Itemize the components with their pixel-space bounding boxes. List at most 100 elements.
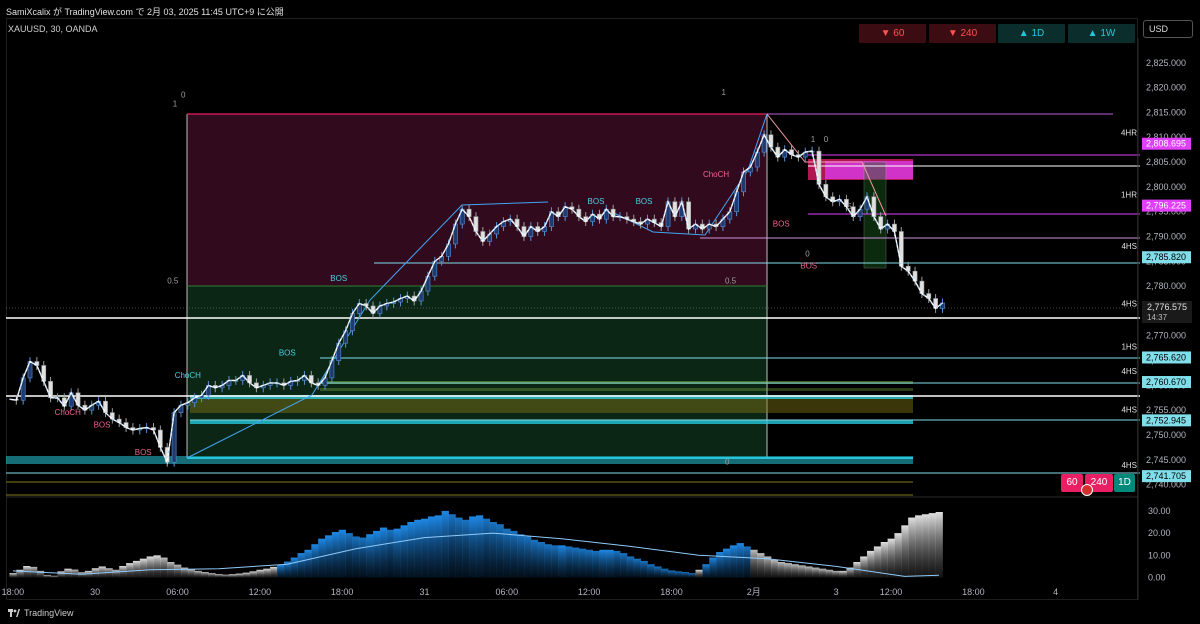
fib-level-label: 1 xyxy=(722,88,727,97)
oscillator-bar xyxy=(613,550,621,578)
structure-label: BOS xyxy=(279,349,296,358)
oscillator-bar xyxy=(174,564,182,578)
oscillator-bar xyxy=(839,570,847,578)
time-tick-label: 2月 xyxy=(747,587,761,597)
fib-level-label: 1 xyxy=(173,99,178,108)
price-tick-label: 2,815.000 xyxy=(1146,107,1186,117)
oscillator-bar xyxy=(654,566,662,578)
oscillator-bar xyxy=(709,557,717,578)
oscillator-tick-label: 10.00 xyxy=(1148,550,1171,560)
oscillator-bar xyxy=(297,553,305,578)
oscillator-bar xyxy=(606,549,614,578)
structure-label: BOS xyxy=(636,197,653,206)
oscillator-bar xyxy=(132,560,141,578)
oscillator-bar xyxy=(414,519,422,578)
oscillator-bar xyxy=(585,549,593,578)
oscillator-bar xyxy=(722,548,731,578)
oscillator-bar xyxy=(249,571,257,578)
oscillator-bar xyxy=(523,536,532,578)
price-tag-label: 2,741.705 xyxy=(1146,471,1186,481)
structure-label: BOS xyxy=(135,448,152,457)
oscillator-bar xyxy=(242,572,250,578)
legend-button-2[interactable]: 1D xyxy=(1114,474,1135,492)
oscillator-bar xyxy=(160,557,168,578)
oscillator-bar xyxy=(530,539,539,578)
oscillator-bar xyxy=(208,573,216,578)
oscillator-bar xyxy=(736,543,744,578)
price-tick-label: 2,800.000 xyxy=(1146,182,1186,192)
oscillator-bar xyxy=(674,571,683,578)
price-tag-timeframe: 1HS xyxy=(1121,342,1137,351)
oscillator-bar xyxy=(331,532,340,578)
price-tag-timeframe: 1HR xyxy=(1121,191,1137,200)
oscillator-tick-label: 30.00 xyxy=(1148,506,1171,516)
price-chart[interactable]: BOSBOSChoCHChoCHBOSBOSBOS BOSChoCHBOSBOS … xyxy=(0,0,1200,624)
oscillator-bar xyxy=(263,568,271,578)
fib-level-label: 0 xyxy=(181,91,186,100)
oscillator-bar xyxy=(462,519,470,578)
price-tag-timeframe: 4HS xyxy=(1121,299,1137,308)
oscillator-bar xyxy=(729,545,738,578)
oscillator-bar xyxy=(757,553,765,578)
time-tick-label: 18:00 xyxy=(331,587,354,597)
oscillator-bar xyxy=(510,530,518,578)
oscillator-axis: 30.00 20.00 10.00 0.00 xyxy=(1148,506,1171,583)
oscillator-bar xyxy=(345,533,353,578)
price-tag-timeframe: 4HS xyxy=(1121,242,1137,251)
price-tick-label: 2,750.000 xyxy=(1146,430,1186,440)
footer: TradingView xyxy=(8,608,74,618)
oscillator-bar xyxy=(668,570,676,578)
price-tag-label: 2,808.695 xyxy=(1146,139,1186,149)
price-tick-label: 2,820.000 xyxy=(1146,83,1186,93)
oscillator-bar xyxy=(928,513,937,578)
structure-label: BOS xyxy=(588,197,605,206)
oscillator-bar xyxy=(867,550,875,578)
oscillator-bar xyxy=(338,529,346,578)
oscillator-bar xyxy=(379,527,388,578)
time-tick-label: 12:00 xyxy=(249,587,272,597)
oscillator-bar xyxy=(935,512,943,578)
oscillator-bar xyxy=(578,548,587,578)
oscillator-bar xyxy=(489,522,497,578)
fib-level-label: 0 xyxy=(725,458,730,467)
price-tick-label: 2,805.000 xyxy=(1146,157,1186,167)
price-tag-label: 2,796.225 xyxy=(1146,201,1186,211)
oscillator-bar xyxy=(496,524,504,578)
oscillator-bar xyxy=(427,516,436,578)
price-tick-label: 2,745.000 xyxy=(1146,455,1186,465)
time-tick-label: 12:00 xyxy=(880,587,903,597)
time-tick-label: 3 xyxy=(834,587,839,597)
oscillator-bar xyxy=(681,572,690,578)
oscillator-bar xyxy=(139,558,148,578)
premium-zone xyxy=(187,114,767,286)
price-tag-label: 2,785.820 xyxy=(1146,252,1186,262)
time-tick-label: 18:00 xyxy=(962,587,985,597)
oscillator-bar xyxy=(558,545,566,578)
oscillator-bar xyxy=(455,517,463,578)
oscillator-bar xyxy=(784,563,792,578)
price-tag-label: 2,752.945 xyxy=(1146,415,1186,425)
oscillator-bar xyxy=(448,514,456,578)
oscillator-bar xyxy=(276,564,285,578)
oscillator-bar xyxy=(633,558,642,578)
oscillator-bar xyxy=(222,574,230,578)
oscillator-bar xyxy=(894,533,902,578)
eye-icon[interactable] xyxy=(1081,484,1093,496)
oscillator-bar xyxy=(805,566,813,578)
oscillator-bar xyxy=(215,574,223,578)
price-tag-timeframe: 4HR xyxy=(1121,129,1137,138)
time-tick-label: 18:00 xyxy=(2,587,25,597)
oscillator-bar xyxy=(702,564,710,578)
oscillator-bar xyxy=(421,518,429,578)
time-tick-label: 18:00 xyxy=(660,587,683,597)
price-tag-label: 2,765.620 xyxy=(1146,352,1186,362)
oscillator-bar xyxy=(592,550,600,578)
oscillator-bar xyxy=(791,564,799,578)
legend-button-0[interactable]: 60 xyxy=(1061,474,1083,492)
oscillator-bar xyxy=(647,564,655,578)
oscillator-bar xyxy=(9,573,17,578)
oscillator-bar xyxy=(366,534,374,578)
oscillator-bar xyxy=(50,575,58,578)
structure-label: BOS xyxy=(330,274,347,283)
price-tag-timeframe: 4HS xyxy=(1121,405,1137,414)
